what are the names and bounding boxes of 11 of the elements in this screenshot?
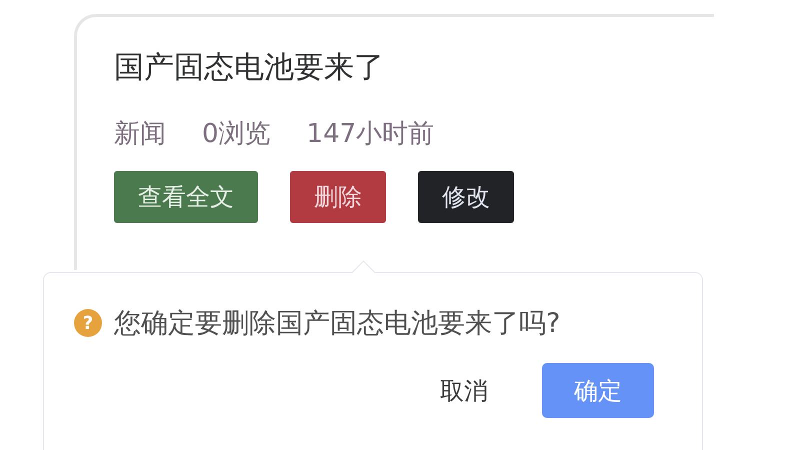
meta-text: 新闻 [114,118,166,151]
confirm-button[interactable]: 确定 [542,363,654,418]
action-button[interactable]: 删除 [290,171,386,223]
action-button[interactable]: 修改 [418,171,514,223]
question-icon: ? [74,309,102,337]
meta-text: 147小时前 [306,118,434,151]
confirm-message: 您确定要删除国产固态电池要来了吗? [114,307,560,341]
action-button[interactable]: 查看全文 [114,171,258,223]
cancel-button[interactable]: 取消 [420,364,508,416]
article-title: 国产固态电池要来了 [114,49,385,87]
meta-text: 0浏览 [202,118,271,151]
